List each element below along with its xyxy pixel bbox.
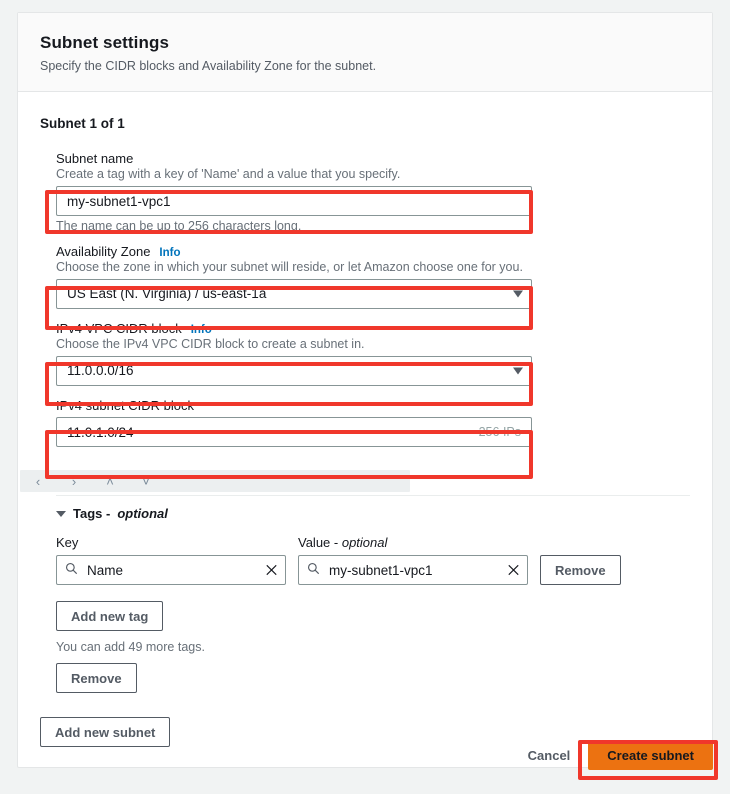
subnet-name-input[interactable] [56, 186, 532, 216]
tag-key-column: Key [56, 535, 286, 585]
add-new-tag-button[interactable]: Add new tag [56, 601, 164, 631]
vpc-cidr-label: IPv4 VPC CIDR block [56, 321, 182, 336]
availability-zone-select[interactable]: US East (N. Virginia) / us-east-1a [56, 279, 532, 309]
vpc-cidr-info-link[interactable]: Info [191, 324, 212, 336]
fields-container: Subnet name Create a tag with a key of '… [40, 151, 690, 693]
availability-zone-label-row: Availability Zone Info [56, 244, 690, 259]
tag-key-input[interactable] [56, 555, 286, 585]
nav-arrows-strip: ‹ › ˄ ˅ [20, 470, 410, 492]
card-header: Subnet settings Specify the CIDR blocks … [18, 13, 712, 92]
chevron-down-icon[interactable]: ˅ [128, 475, 164, 488]
tag-key-input-wrap [56, 555, 286, 585]
tag-value-column: Value - optional [298, 535, 528, 585]
availability-zone-select-wrap: US East (N. Virginia) / us-east-1a [56, 279, 532, 309]
availability-zone-hint: Choose the zone in which your subnet wil… [56, 260, 523, 274]
create-subnet-button[interactable]: Create subnet [588, 740, 713, 770]
subnet-name-input-wrap [56, 186, 532, 216]
tags-header-optional: optional [117, 506, 168, 521]
page-title: Subnet settings [40, 33, 170, 52]
field-availability-zone: Availability Zone Info Choose the zone i… [56, 244, 690, 309]
field-subnet-cidr: IPv4 subnet CIDR block 256 IPs [56, 398, 690, 447]
chevron-left-icon[interactable]: ‹ [20, 475, 56, 488]
footer-actions: Cancel Create subnet [17, 740, 713, 770]
vpc-cidr-select-wrap: 11.0.0.0/16 [56, 356, 532, 386]
subnet-name-hint-after: The name can be up to 256 characters lon… [56, 219, 302, 233]
subnet-name-label: Subnet name [56, 151, 134, 166]
card-body: Subnet 1 of 1 Subnet name Create a tag w… [18, 92, 712, 767]
page-root: Subnet settings Specify the CIDR blocks … [0, 0, 730, 794]
create-subnet-wrap: Create subnet [588, 740, 713, 770]
subnet-cidr-label-row: IPv4 subnet CIDR block [56, 398, 690, 413]
subnet-settings-card: Subnet settings Specify the CIDR blocks … [17, 12, 713, 768]
tag-value-header-text: Value - [298, 535, 342, 550]
clear-icon[interactable] [265, 564, 278, 577]
tags-header-label: Tags - [73, 506, 111, 521]
tag-value-input[interactable] [298, 555, 528, 585]
page-subtitle: Specify the CIDR blocks and Availability… [40, 59, 377, 73]
clear-icon[interactable] [507, 564, 520, 577]
triangle-down-icon [56, 510, 66, 517]
add-tags-note: You can add 49 more tags. [56, 640, 205, 654]
subnet-cidr-input-wrap: 256 IPs [56, 417, 532, 447]
remove-tag-button[interactable]: Remove [540, 555, 621, 585]
subnet-index-label: Subnet 1 of 1 [40, 116, 125, 131]
chevron-up-icon[interactable]: ˄ [92, 475, 128, 488]
subnet-name-label-row: Subnet name [56, 151, 690, 166]
subnet-cidr-label: IPv4 subnet CIDR block [56, 398, 195, 413]
availability-zone-label: Availability Zone [56, 244, 151, 259]
subnet-name-hint: Create a tag with a key of 'Name' and a … [56, 167, 401, 181]
cancel-button[interactable]: Cancel [516, 740, 583, 770]
remove-subnet-button[interactable]: Remove [56, 663, 137, 693]
tag-key-header: Key [56, 535, 79, 550]
availability-zone-info-link[interactable]: Info [159, 247, 180, 259]
tags-divider [56, 495, 690, 496]
tags-section-toggle[interactable]: Tags - optional [56, 506, 690, 521]
tag-value-input-wrap [298, 555, 528, 585]
vpc-cidr-hint: Choose the IPv4 VPC CIDR block to create… [56, 337, 365, 351]
field-vpc-cidr: IPv4 VPC CIDR block Info Choose the IPv4… [56, 321, 690, 386]
field-subnet-name: Subnet name Create a tag with a key of '… [56, 151, 690, 234]
chevron-right-icon[interactable]: › [56, 475, 92, 488]
vpc-cidr-select[interactable]: 11.0.0.0/16 [56, 356, 532, 386]
tag-row: Key Name Value - optional my-subnet1-vpc… [56, 535, 690, 585]
subnet-cidr-input[interactable] [56, 417, 532, 447]
tag-value-header: Value - optional [298, 535, 528, 550]
vpc-cidr-label-row: IPv4 VPC CIDR block Info [56, 321, 690, 336]
tag-value-header-optional: optional [341, 535, 388, 550]
